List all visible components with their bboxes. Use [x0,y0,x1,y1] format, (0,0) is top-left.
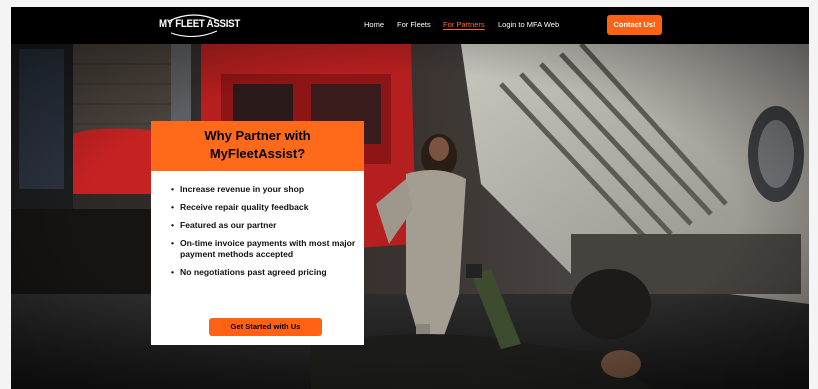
hero-photo-illustration [11,44,809,389]
benefits-list: Increase revenue in your shop Receive re… [171,184,359,285]
benefit-item: Increase revenue in your shop [171,184,359,195]
page-frame: MY FLEET ASSIST Home For Fleets For Part… [11,7,809,389]
nav-login-mfa-web[interactable]: Login to MFA Web [498,20,559,29]
nav-home[interactable]: Home [364,20,384,29]
benefit-item: Receive repair quality feedback [171,202,359,213]
site-logo[interactable]: MY FLEET ASSIST [159,13,240,39]
nav-for-fleets[interactable]: For Fleets [397,20,431,29]
hero-image [11,44,809,389]
card-title: Why Partner with MyFleetAssist? [204,128,311,161]
benefit-item: On-time invoice payments with most major… [171,238,359,260]
logo-text: MY FLEET ASSIST [159,18,241,30]
partner-benefits-card: Why Partner with MyFleetAssist? Increase… [151,121,364,345]
contact-us-button[interactable]: Contact Us! [607,15,662,35]
site-header: MY FLEET ASSIST Home For Fleets For Part… [11,7,809,44]
benefit-item: No negotiations past agreed pricing [171,267,359,278]
get-started-button[interactable]: Get Started with Us [209,318,322,336]
card-header: Why Partner with MyFleetAssist? [151,121,364,171]
benefit-item: Featured as our partner [171,220,359,231]
nav-for-partners[interactable]: For Partners [443,20,485,29]
